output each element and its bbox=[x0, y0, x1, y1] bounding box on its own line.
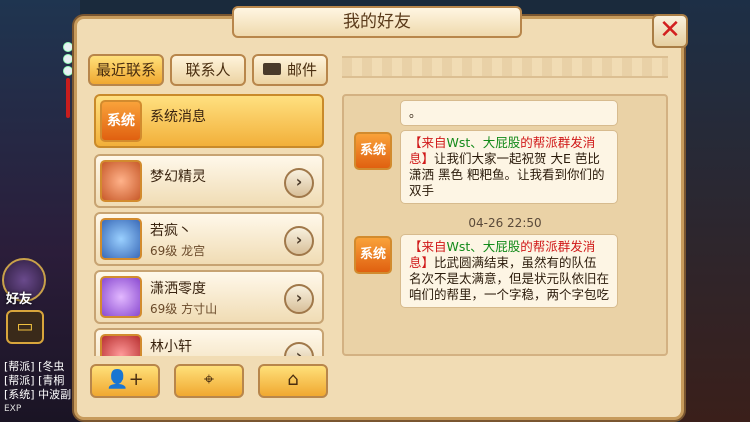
avatar bbox=[100, 160, 142, 202]
message-text: 让我们大家一起祝贺 大E 芭比 潇洒 黑色 粑粑鱼。让我看到你们的双手 bbox=[409, 151, 605, 198]
contact-name: 林小轩 bbox=[150, 339, 192, 355]
contact-item[interactable]: 潇洒零度 69级 方寸山 › bbox=[94, 270, 324, 324]
close-button[interactable]: ✕ bbox=[652, 14, 688, 48]
contact-name: 潇洒零度 bbox=[150, 281, 206, 297]
avatar bbox=[100, 276, 142, 318]
chevron-right-icon[interactable]: › bbox=[284, 342, 314, 356]
tab-mail[interactable]: 邮件 bbox=[252, 54, 328, 86]
message-prefix: 【来自 bbox=[409, 135, 447, 150]
home-icon: ⌂ bbox=[287, 369, 299, 390]
friends-side-label[interactable]: 好友 bbox=[6, 288, 32, 307]
contact-item[interactable]: 林小轩 › bbox=[94, 328, 324, 356]
chevron-right-icon[interactable]: › bbox=[284, 226, 314, 256]
message-area[interactable]: 。 系统 【来自Wst、大屁股的帮派群发消息】让我们大家一起祝贺 大E 芭比 潇… bbox=[342, 94, 668, 356]
chat-log-line: [帮派] [青桐 bbox=[4, 374, 65, 387]
decorative-border bbox=[342, 56, 668, 78]
message-timestamp: 04-26 22:50 bbox=[468, 216, 542, 230]
window-title: 我的好友 bbox=[232, 6, 522, 38]
message-text: 比武圆满结束，虽然有的队伍名次不是太满意，但是状元队依旧在咱们的帮里，一个字稳，… bbox=[409, 255, 610, 302]
tab-label: 最近联系 bbox=[95, 61, 156, 79]
message-senders: Wst、大屁股 bbox=[446, 239, 521, 254]
contact-item[interactable]: 梦幻精灵 › bbox=[94, 154, 324, 208]
add-user-icon: 👤+ bbox=[106, 369, 144, 390]
close-icon: ✕ bbox=[659, 15, 681, 45]
chat-bubble-icon[interactable]: ▭ bbox=[6, 310, 44, 344]
contact-item-system[interactable]: 系统 系统消息 bbox=[94, 94, 324, 148]
tassel-decoration bbox=[62, 40, 74, 140]
chat-log: [帮派] [冬虫 [帮派] [青桐 [系统] 中波副 EXP bbox=[4, 360, 71, 416]
contact-level-school: 69级 方寸山 bbox=[150, 302, 218, 316]
message-prefix: 【来自 bbox=[409, 239, 447, 254]
chat-log-line: [帮派] [冬虫 bbox=[4, 360, 65, 373]
tab-label: 邮件 bbox=[286, 61, 317, 79]
tab-contacts[interactable]: 联系人 bbox=[170, 54, 246, 86]
game-background-right bbox=[680, 0, 750, 422]
location-button[interactable]: ⌖ bbox=[174, 364, 244, 398]
chevron-right-icon[interactable]: › bbox=[284, 284, 314, 314]
message-senders: Wst、大屁股 bbox=[446, 135, 521, 150]
home-button[interactable]: ⌂ bbox=[258, 364, 328, 398]
tab-label: 联系人 bbox=[185, 61, 231, 79]
system-badge-icon: 系统 bbox=[354, 236, 392, 274]
system-badge-icon: 系统 bbox=[100, 100, 142, 142]
add-friend-button[interactable]: 👤+ bbox=[90, 364, 160, 398]
avatar bbox=[100, 334, 142, 356]
contact-name: 若疯丶 bbox=[150, 223, 192, 239]
message-bubble: 【来自Wst、大屁股的帮派群发消息】比武圆满结束，虽然有的队伍名次不是太满意，但… bbox=[400, 234, 618, 308]
message-bubble: 【来自Wst、大屁股的帮派群发消息】让我们大家一起祝贺 大E 芭比 潇洒 黑色 … bbox=[400, 130, 618, 204]
tab-recent-contacts[interactable]: 最近联系 bbox=[88, 54, 164, 86]
chevron-right-icon[interactable]: › bbox=[284, 168, 314, 198]
chat-log-line: [系统] 中波副 bbox=[4, 388, 72, 401]
contact-list[interactable]: 系统 系统消息 梦幻精灵 › 若疯丶 69级 龙宫 › 潇洒零度 69级 方寸山… bbox=[90, 94, 328, 356]
system-badge-icon: 系统 bbox=[354, 132, 392, 170]
mail-icon bbox=[262, 62, 281, 75]
contact-name: 梦幻精灵 bbox=[150, 169, 206, 185]
message-text: 。 bbox=[409, 105, 422, 120]
contact-item[interactable]: 若疯丶 69级 龙宫 › bbox=[94, 212, 324, 266]
exp-label: EXP bbox=[4, 404, 22, 414]
avatar bbox=[100, 218, 142, 260]
contact-name: 系统消息 bbox=[150, 109, 206, 125]
location-icon: ⌖ bbox=[203, 369, 215, 390]
message-bubble: 。 bbox=[400, 100, 618, 126]
contact-level-school: 69级 龙宫 bbox=[150, 244, 206, 258]
